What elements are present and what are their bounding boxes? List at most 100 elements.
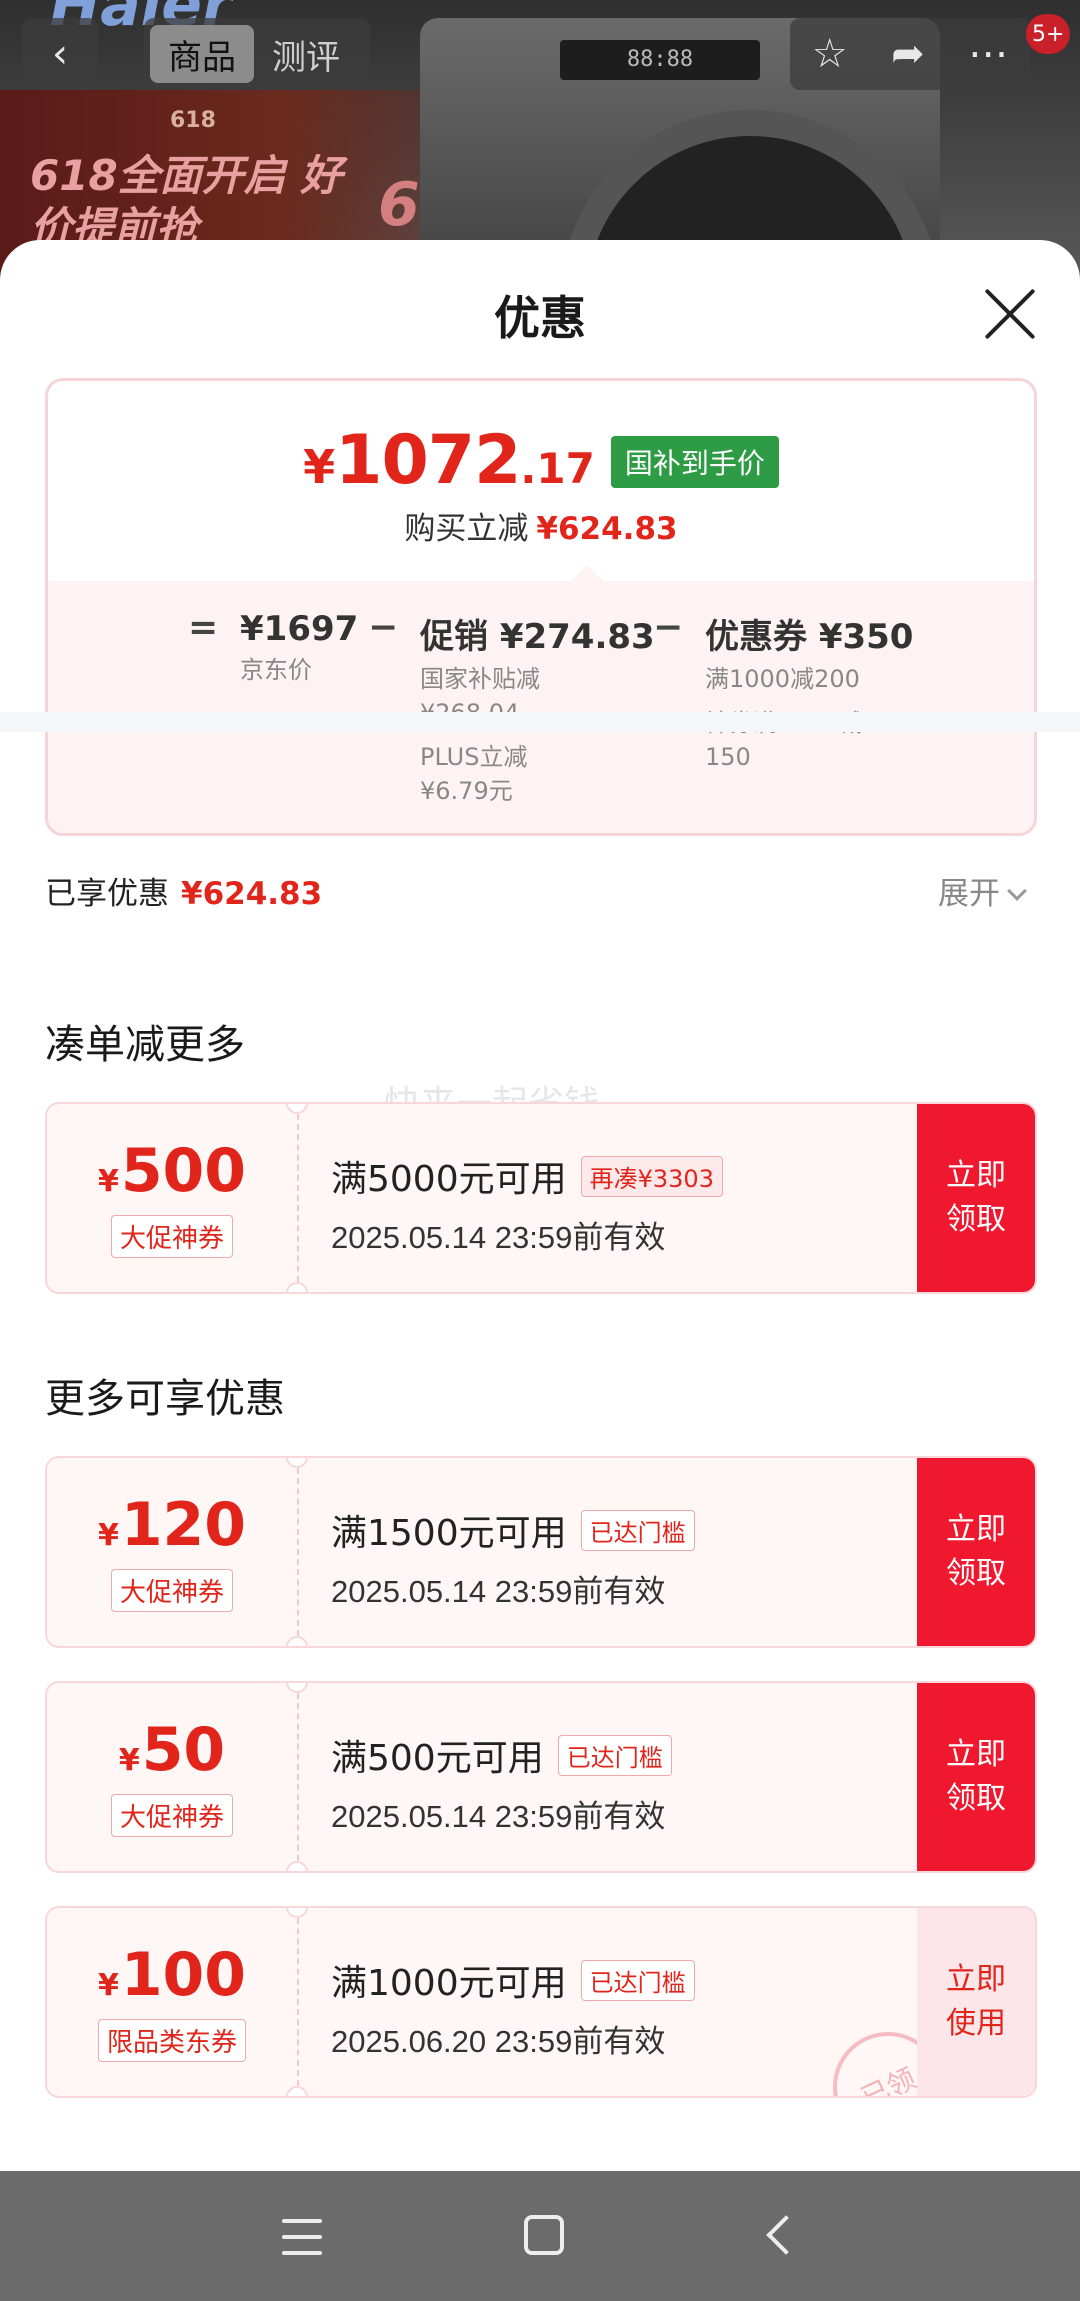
claim-coupon-button[interactable]: 立即 领取 xyxy=(917,1458,1035,1646)
back-button[interactable]: ‹ xyxy=(22,18,98,90)
coupon-amount-value: 50 xyxy=(141,1714,226,1785)
coupon-amount: ¥100 xyxy=(98,1943,246,2007)
coupon-value: ¥50 大促神券 xyxy=(47,1683,297,1871)
coupon-info: 满500元可用 已达门槛 2025.05.14 23:59前有效 xyxy=(331,1729,672,1836)
claim-coupon-button[interactable]: 立即 领取 xyxy=(917,1104,1035,1292)
price-currency: ¥ xyxy=(303,440,336,494)
coupon-expiry: 2025.05.14 23:59前有效 xyxy=(331,1799,666,1834)
star-icon[interactable]: ☆ xyxy=(812,31,848,77)
minus-sign: − xyxy=(653,607,684,648)
enjoyed-label: 已享优惠 xyxy=(45,876,169,912)
enjoyed-amount: ¥624.83 xyxy=(181,876,323,912)
button-line-2: 领取 xyxy=(946,1202,1006,1237)
instant-discount-amount: ¥624.83 xyxy=(536,511,678,547)
coupon-status-tag: 已达门槛 xyxy=(557,1734,672,1776)
coupon-notch xyxy=(286,1282,308,1292)
instant-discount: 购买立减 ¥624.83 xyxy=(48,503,1034,548)
coupon-card: ¥50 大促神券 满500元可用 已达门槛 2025.05.14 23:59前有效… xyxy=(45,1681,1037,1873)
price-decimal: .17 xyxy=(520,444,595,493)
coupon-condition: 满5000元可用 再凑¥3303 xyxy=(331,1150,723,1202)
coupon-condition: 满500元可用 已达门槛 xyxy=(331,1729,672,1781)
promo-total: 促销 ¥274.83 xyxy=(420,617,655,657)
tab-product[interactable]: 商品 xyxy=(150,25,254,83)
coupon-expiry: 2025.06.20 23:59前有效 xyxy=(331,2024,666,2059)
coupon-expiry: 2025.05.14 23:59前有效 xyxy=(331,1574,666,1609)
coupon-condition-text: 满5000元可用 xyxy=(331,1159,567,1200)
coupon-type: 大促神券 xyxy=(110,1214,233,1258)
more-icon[interactable]: ⋯ xyxy=(968,31,1008,77)
coupon-expiry: 2025.05.14 23:59前有效 xyxy=(331,1220,666,1255)
coupon-amount-value: 100 xyxy=(120,1939,247,2010)
coupon-status-tag: 已达门槛 xyxy=(580,1959,695,2001)
coupon-amount: ¥120 xyxy=(98,1493,246,1557)
top-navigation: ‹ 商品 测评 ☆ ➦ ⋯ 5+ xyxy=(0,0,1080,100)
coupon-info: 满1500元可用 已达门槛 2025.05.14 23:59前有效 xyxy=(331,1504,695,1611)
coupon-notch xyxy=(286,2086,308,2096)
share-icon[interactable]: ➦ xyxy=(891,31,925,77)
section-title-combine: 凑单减更多 xyxy=(45,1022,245,1068)
coupon-notch xyxy=(286,1636,308,1646)
promo-text: 618全面开启 好价提前抢 xyxy=(30,151,343,252)
coupon-type: 大促神券 xyxy=(110,1793,233,1837)
coupon-currency: ¥ xyxy=(118,1742,140,1778)
price-card: ¥ 1072 .17 国补到手价 购买立减 ¥624.83 = ¥1697 京东价… xyxy=(45,378,1037,836)
button-line-2: 使用 xyxy=(946,2006,1006,2041)
close-icon[interactable] xyxy=(980,284,1040,344)
plus-discount-label: PLUS立减 xyxy=(420,743,528,771)
nav-back-icon[interactable] xyxy=(758,2209,814,2265)
sheet-title: 优惠 xyxy=(494,291,586,345)
coupon-condition-text: 满500元可用 xyxy=(331,1738,544,1779)
coupon-amount: ¥50 xyxy=(119,1718,225,1782)
coupon-amount-value: 500 xyxy=(120,1135,247,1206)
equals-sign: = xyxy=(188,607,219,648)
coupon-currency: ¥ xyxy=(97,1967,119,2003)
coupon-detail-1: 满1000减200 xyxy=(705,665,860,693)
tab-review[interactable]: 测评 xyxy=(254,25,358,83)
promo-small-text: 618 xyxy=(170,108,216,133)
minus-sign: − xyxy=(368,607,399,648)
coupon-condition-text: 满1500元可用 xyxy=(331,1513,567,1554)
jd-price: ¥1697 xyxy=(240,609,359,649)
button-line-2: 领取 xyxy=(946,1556,1006,1591)
price-header: ¥ 1072 .17 国补到手价 购买立减 ¥624.83 xyxy=(48,381,1034,581)
coupon-currency: ¥ xyxy=(97,1517,119,1553)
national-subsidy-label: 国家补贴减 xyxy=(420,665,540,693)
top-actions: ☆ ➦ ⋯ xyxy=(790,18,1030,90)
home-icon[interactable] xyxy=(518,2209,574,2265)
use-coupon-button[interactable]: 立即 使用 xyxy=(917,1908,1035,2096)
coupon-info: 满1000元可用 已达门槛 2025.06.20 23:59前有效 xyxy=(331,1954,695,2061)
coupon-col: 优惠券 ¥350 满1000减200 神券满1500减 150 xyxy=(705,609,913,774)
coupon-separator xyxy=(297,1458,299,1646)
instant-discount-label: 购买立减 xyxy=(404,511,529,547)
coupon-card: ¥500 大促神券 满5000元可用 再凑¥3303 2025.05.14 23:… xyxy=(45,1102,1037,1294)
final-price: ¥ 1072 .17 xyxy=(303,421,595,500)
price-breakdown: = ¥1697 京东价 − 促销 ¥274.83 国家补贴减 ¥268.04 P… xyxy=(48,565,1034,833)
breakdown-pointer xyxy=(571,565,603,581)
jd-price-label: 京东价 xyxy=(240,656,312,684)
coupon-condition: 满1500元可用 已达门槛 xyxy=(331,1504,695,1556)
coupon-value: ¥120 大促神券 xyxy=(47,1458,297,1646)
menu-icon[interactable] xyxy=(278,2209,334,2265)
coupon-detail-2-value: 150 xyxy=(705,743,751,771)
expand-toggle[interactable]: 展开 xyxy=(938,868,1027,913)
system-navigation-bar xyxy=(0,2171,1080,2301)
coupon-status-tag: 已达门槛 xyxy=(580,1509,695,1551)
coupon-info: 满5000元可用 再凑¥3303 2025.05.14 23:59前有效 xyxy=(331,1150,723,1257)
subsidy-price-tag: 国补到手价 xyxy=(610,436,779,488)
button-line-1: 立即 xyxy=(946,1158,1006,1193)
section-title-more: 更多可享优惠 xyxy=(45,1376,285,1422)
coupon-condition-text: 满1000元可用 xyxy=(331,1963,567,2004)
back-icon: ‹ xyxy=(52,31,68,77)
coupon-status-tag: 再凑¥3303 xyxy=(580,1155,723,1197)
button-line-1: 立即 xyxy=(946,1737,1006,1772)
coupon-value: ¥500 大促神券 xyxy=(47,1104,297,1292)
enjoyed-discount: 已享优惠 ¥624.83 xyxy=(45,868,322,913)
expand-label: 展开 xyxy=(938,876,1000,912)
claim-coupon-button[interactable]: 立即 领取 xyxy=(917,1683,1035,1871)
notification-badge: 5+ xyxy=(1026,14,1071,54)
coupon-amount: ¥500 xyxy=(98,1139,246,1203)
coupon-value: ¥100 限品类东券 xyxy=(47,1908,297,2096)
coupon-card: ¥100 限品类东券 满1000元可用 已达门槛 2025.06.20 23:59… xyxy=(45,1906,1037,2098)
coupon-separator xyxy=(297,1104,299,1292)
chevron-down-icon xyxy=(1007,881,1027,901)
